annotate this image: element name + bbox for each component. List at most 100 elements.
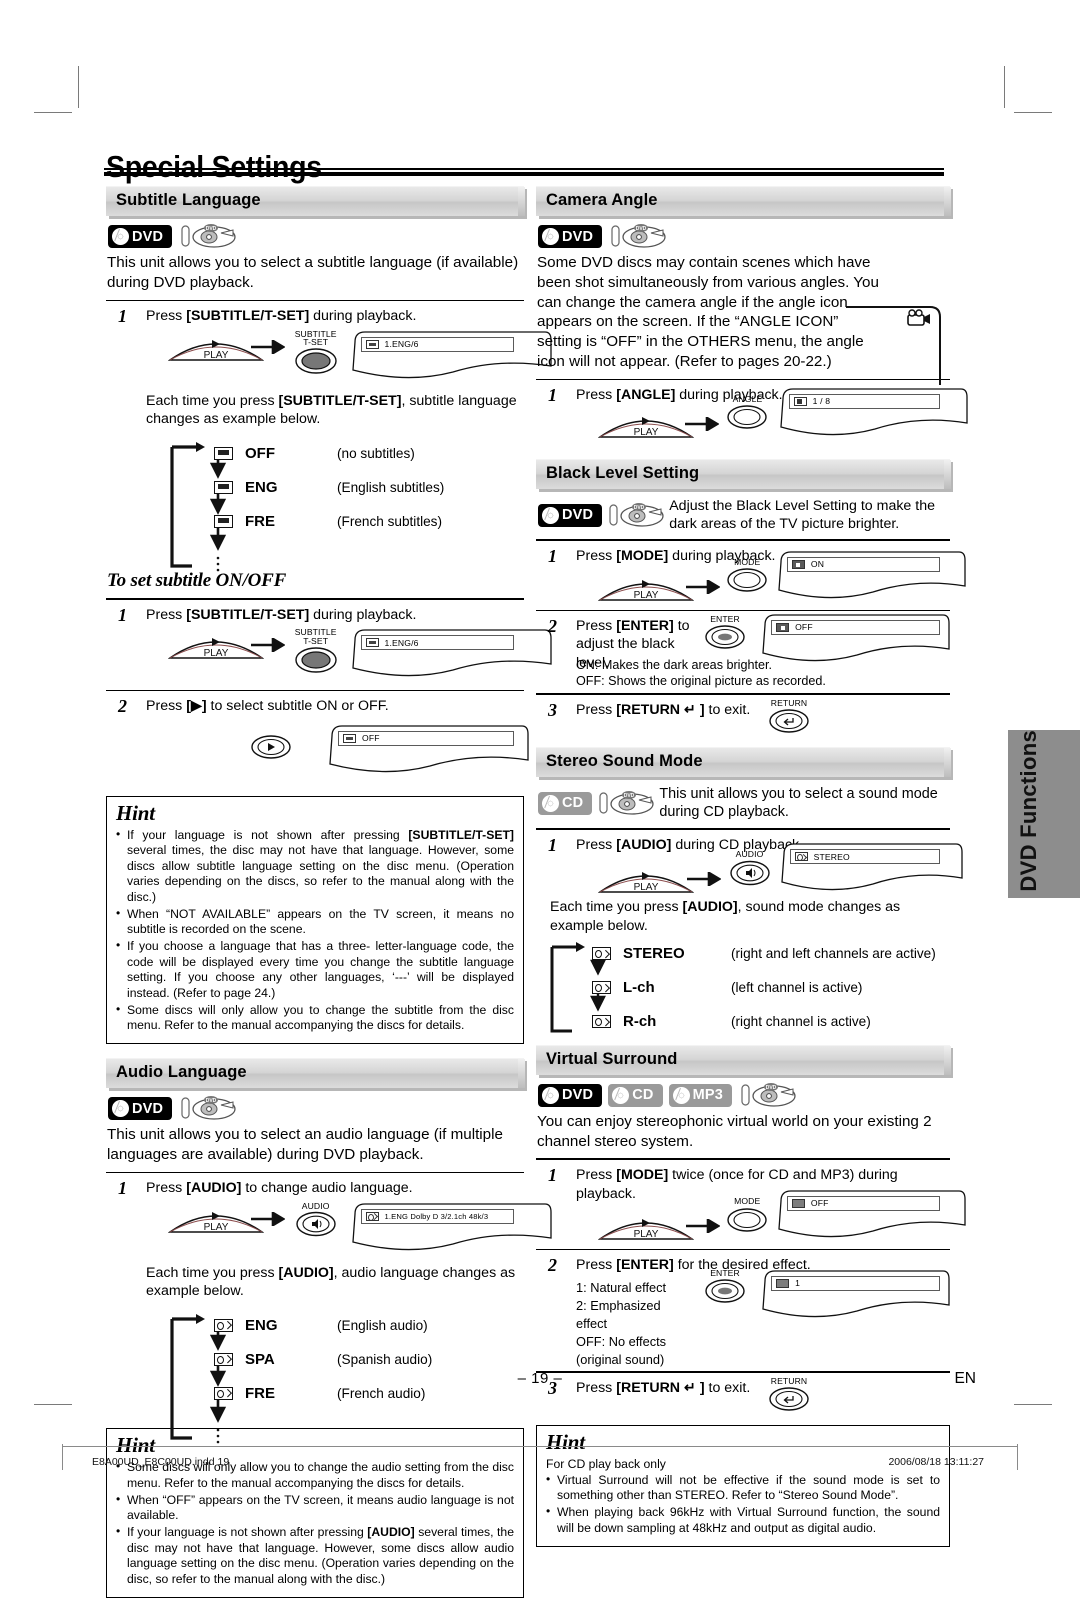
subtitle-onoff-step-1: 1 Press [SUBTITLE/T-SET] during playback… <box>106 604 552 688</box>
osd-readout: 1.ENG Dolby D 3/2.1ch 48k/3 <box>360 1208 514 1224</box>
disc-icon <box>672 1086 690 1104</box>
audio-intro: This unit allows you to select an audio … <box>107 1126 503 1163</box>
step-text-pre: Press <box>146 606 187 623</box>
step-text: Press [SUBTITLE/T-SET] during playback. <box>146 606 524 624</box>
step-number: 1 <box>118 306 127 327</box>
step-text: Press [▶] to select subtitle ON or OFF. <box>146 697 524 715</box>
badge-dvd: DVD <box>108 225 173 248</box>
disc-insert-icon: DVD <box>181 1096 237 1121</box>
osd-readout: OFF <box>786 1195 940 1211</box>
divider <box>106 299 524 302</box>
divider <box>536 539 950 542</box>
osd-display: ON <box>775 550 966 610</box>
step-text-pre: Press <box>146 308 187 325</box>
step-text-post: to change audio language. <box>241 1180 413 1197</box>
crop-mark <box>1004 66 1005 108</box>
osd-value: 1.ENG/6 <box>384 637 419 648</box>
step-text-pre: Press <box>146 1180 187 1197</box>
hint-item: When playing back 96kHz with Virtual Sur… <box>546 1504 940 1536</box>
subtitle-icon <box>365 638 379 648</box>
button-caption: ANGLE <box>732 393 763 404</box>
step-number: 1 <box>548 385 557 406</box>
stereo-step-1: 1 Press [AUDIO] during CD playback. PLAY… <box>536 835 963 902</box>
osd-display: 1 <box>759 1269 950 1329</box>
step-number: 3 <box>548 699 557 720</box>
audio-icon <box>214 1352 233 1366</box>
audio-cycle-diagram: ENG (English audio) SPA (Spanish audio) … <box>108 1308 524 1444</box>
arrow-right-icon <box>683 407 719 441</box>
section-header-camera-angle: Camera Angle <box>536 186 951 216</box>
header-tab-edge <box>944 747 951 777</box>
header-tab-edge <box>518 1059 525 1089</box>
button-caption: MODE <box>734 556 761 567</box>
subheading-subtitle-onoff: To set subtitle ON/OFF <box>107 570 287 592</box>
step-text-pre: Press <box>576 1257 617 1274</box>
step-text: Press [SUBTITLE/T-SET] during playback. <box>146 307 524 325</box>
key-illustration: PLAY AUDIO <box>576 842 963 902</box>
cycle-desc: (no subtitles) <box>337 445 415 461</box>
section-header-black-level: Black Level Setting <box>536 458 951 489</box>
audio-icon <box>365 1211 379 1221</box>
key-name: [SUBTITLE/T-SET] <box>186 308 310 325</box>
black-level-icon <box>776 622 790 632</box>
cycle-desc: (left channel is active) <box>731 980 863 996</box>
stereo-intro: This unit allows you to select a sound m… <box>659 785 938 821</box>
angle-icon <box>793 396 807 406</box>
hint-item: When “NOT AVAILABLE” appears on the TV s… <box>116 906 514 938</box>
badge-dvd: DVD <box>538 1083 603 1107</box>
badge-label: DVD <box>562 507 594 523</box>
osd-value: OFF <box>795 622 813 633</box>
disc-icon <box>112 228 129 245</box>
cycle-item: ENG (English audio) <box>108 1308 524 1342</box>
button-caption: SUBTITLE T-SET <box>294 328 337 348</box>
osd-display: STEREO <box>778 842 963 902</box>
title-divider <box>104 168 944 176</box>
play-button-icon: PLAY <box>598 570 694 604</box>
audio-step-1: 1 Press [AUDIO] to change audio language… <box>106 1178 552 1262</box>
subtitle-step-1: 1 Press [SUBTITLE/T-SET] during playback… <box>106 306 552 389</box>
stereo-cycle-diagram: STEREO (right and left channels are acti… <box>538 937 950 1039</box>
footer-tick <box>62 1444 63 1470</box>
badge-label: DVD <box>562 228 594 245</box>
audio-button-icon: AUDIO <box>283 1201 349 1242</box>
camera-angle-intro: Some DVD discs may contain scenes which … <box>537 254 879 370</box>
hint-box-audio: Hint Some discs will only allow you to c… <box>106 1428 524 1598</box>
hint-list: Some discs will only allow you to change… <box>116 1459 514 1587</box>
black-level-step-3: 3 Press [RETURN ↵ ] to exit. RETURN <box>536 698 950 739</box>
disc-insert-icon: DVD <box>611 224 667 249</box>
badge-label: MP3 <box>692 1087 723 1104</box>
note-off: OFF: Shows the original picture as recor… <box>576 674 826 689</box>
svg-text:DVD: DVD <box>766 1085 777 1091</box>
cycle-intro-pre: Each time you press <box>146 392 279 409</box>
step-number: 2 <box>548 1255 557 1276</box>
osd-value: 1.ENG Dolby D 3/2.1ch 48k/3 <box>384 1211 489 1221</box>
hint-list: If your language is not shown after pres… <box>116 827 514 1034</box>
arrow-right-icon <box>684 1209 720 1243</box>
page-title: Special Settings <box>106 148 322 184</box>
key-illustration: PLAY AUDIO <box>146 1201 552 1262</box>
subtitle-tset-button-icon: SUBTITLE T-SET <box>283 328 349 374</box>
crop-mark <box>1014 112 1052 113</box>
button-caption: ENTER <box>710 1267 740 1278</box>
media-badges-audio: DVD DVD <box>108 1096 524 1121</box>
note-off: OFF: No effects (original sound) <box>576 1334 667 1368</box>
svg-text:PLAY: PLAY <box>634 427 659 438</box>
step-number: 1 <box>118 1178 127 1199</box>
step-text-post: during playback. <box>309 308 417 325</box>
key-name: [ENTER] <box>616 617 674 634</box>
badge-dvd: DVD <box>108 1097 173 1121</box>
step-number: 1 <box>118 604 127 625</box>
button-caption: MODE <box>734 1195 761 1206</box>
divider <box>106 598 524 600</box>
play-button-icon: PLAY <box>168 1202 264 1236</box>
disc-icon <box>542 228 559 245</box>
right-arrow-button-icon <box>237 724 304 764</box>
section-title: Stereo Sound Mode <box>546 751 703 770</box>
cycle-label: OFF <box>245 444 275 462</box>
crop-mark <box>34 1404 72 1405</box>
step-text-post: to select subtitle ON or OFF. <box>206 698 389 715</box>
cycle-label: R-ch <box>623 1013 657 1031</box>
arrow-right-icon <box>249 1202 285 1236</box>
side-tab-label: DVD Functions <box>1016 730 1041 892</box>
virtual-surround-step-1: 1 Press [MODE] twice (once for CD and MP… <box>536 1165 966 1249</box>
